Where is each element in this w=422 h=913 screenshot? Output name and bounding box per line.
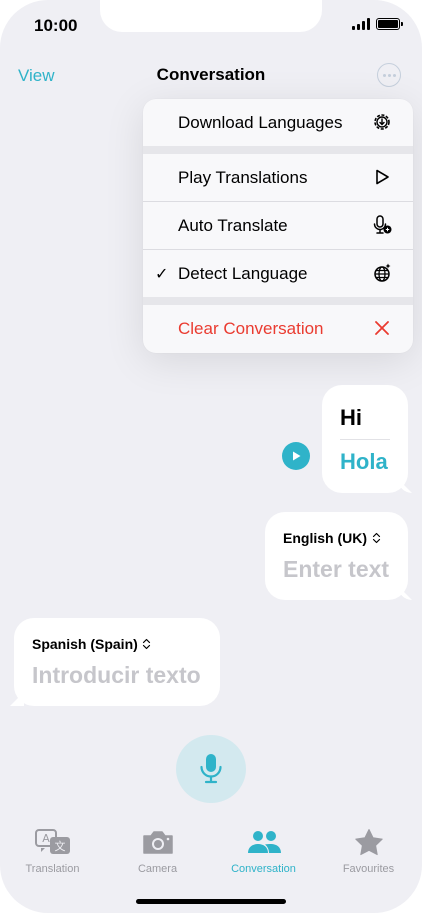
menu-item-detect-language[interactable]: ✓ Detect Language (143, 250, 413, 297)
spanish-input-bubble[interactable]: Spanish (Spain) Introducir texto (10, 618, 220, 706)
translate-icon: A文 (33, 828, 73, 856)
menu-divider (143, 146, 413, 154)
tab-conversation[interactable]: Conversation (211, 828, 316, 875)
tab-label: Translation (25, 863, 80, 875)
close-icon (371, 317, 393, 339)
mic-translate-icon (371, 214, 393, 236)
signal-icon (352, 18, 370, 30)
menu-item-label: Detect Language (178, 263, 308, 283)
chevron-updown-icon (371, 532, 381, 544)
svg-text:文: 文 (54, 839, 65, 853)
phone-screen: 10:00 View Conversation Download Languag… (0, 0, 422, 913)
play-outline-icon (371, 166, 393, 188)
menu-item-clear-conversation[interactable]: Clear Conversation (143, 305, 413, 352)
english-text-input[interactable]: Enter text (283, 556, 389, 583)
checkmark-icon: ✓ (155, 265, 169, 283)
menu-item-auto-translate[interactable]: Auto Translate (143, 202, 413, 249)
play-translation-button[interactable] (282, 442, 310, 470)
page-title: Conversation (156, 65, 266, 84)
menu-divider (143, 297, 413, 305)
bubble-divider (340, 439, 390, 440)
language-selector-english[interactable]: English (UK) (283, 530, 381, 546)
spanish-text-input[interactable]: Introducir texto (32, 662, 201, 689)
translated-text: Hola (340, 449, 388, 474)
bubble-tail (398, 586, 412, 600)
microphone-button[interactable] (176, 735, 246, 803)
message-bubble[interactable]: Hi Hola (322, 385, 412, 493)
tab-label: Favourites (342, 863, 395, 875)
options-menu: Download Languages Play Translations Aut… (143, 99, 413, 353)
tab-favourites[interactable]: Favourites (316, 828, 421, 875)
bubble-tail (398, 479, 412, 493)
star-icon (349, 828, 389, 856)
battery-icon (376, 18, 403, 30)
svg-text:A: A (42, 832, 50, 845)
menu-item-label: Play Translations (178, 167, 308, 187)
language-label: English (UK) (283, 530, 367, 546)
menu-item-label: Download Languages (178, 112, 343, 132)
language-label: Spanish (Spain) (32, 636, 138, 652)
bubble-tail (10, 692, 24, 706)
menu-item-play-translations[interactable]: Play Translations (143, 154, 413, 201)
play-icon (293, 451, 301, 461)
english-input-bubble[interactable]: English (UK) Enter text (265, 512, 412, 600)
notch (100, 0, 322, 32)
camera-icon (138, 828, 178, 856)
status-time: 10:00 (34, 16, 78, 35)
microphone-icon (200, 754, 222, 784)
chevron-updown-icon (142, 638, 152, 650)
source-text: Hi (340, 405, 362, 430)
menu-item-download-languages[interactable]: Download Languages (143, 99, 413, 146)
home-indicator[interactable] (136, 899, 286, 904)
tab-label: Conversation (231, 863, 296, 875)
tab-label: Camera (137, 863, 178, 875)
gear-download-icon (371, 111, 393, 133)
globe-sparkle-icon (371, 262, 393, 284)
menu-item-label: Auto Translate (178, 215, 288, 235)
status-icons (352, 18, 403, 30)
language-selector-spanish[interactable]: Spanish (Spain) (32, 636, 152, 652)
tab-camera[interactable]: Camera (105, 828, 210, 875)
people-icon (244, 828, 284, 856)
tab-translation[interactable]: A文 Translation (0, 828, 105, 875)
ellipsis-circle-icon[interactable] (377, 63, 401, 87)
menu-item-label: Clear Conversation (178, 318, 324, 338)
